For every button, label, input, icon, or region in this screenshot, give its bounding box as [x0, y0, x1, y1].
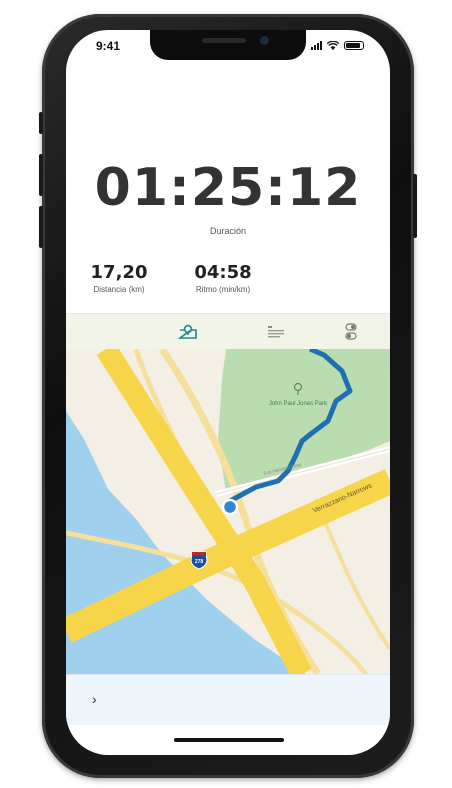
interstate-number: 278: [195, 559, 204, 565]
silent-switch: [39, 112, 43, 134]
park-name-label: John Paul Jones Park: [269, 401, 328, 407]
tab-map[interactable]: [158, 320, 218, 344]
notch: [150, 30, 306, 60]
status-time: 9:41: [96, 39, 121, 53]
chevron-right-icon[interactable]: ›: [92, 691, 97, 707]
pace-value: 04:58: [194, 262, 252, 283]
map-pin-tab-icon: [177, 324, 197, 339]
view-tab-bar: [66, 313, 390, 350]
list-tab-icon: [268, 326, 284, 338]
distance-value: 17,20: [90, 262, 148, 283]
tab-list[interactable]: [246, 320, 306, 344]
wifi-icon: [327, 41, 339, 50]
phone-screen: 9:41 01:25:12 Duración 17,20 Distancia (…: [66, 30, 390, 755]
bottom-drawer[interactable]: ›: [66, 674, 390, 725]
status-icons: [311, 41, 364, 50]
front-camera: [260, 36, 269, 45]
duration-label: Duración: [209, 226, 247, 236]
distance-label: Distancia (km): [93, 285, 145, 294]
pace-stat: 04:58 Ritmo (min/km): [178, 262, 268, 294]
duration-value: 01:25:12: [94, 158, 362, 218]
home-indicator: [174, 738, 284, 742]
cellular-signal-icon: [311, 41, 322, 50]
power-button: [413, 174, 417, 238]
battery-icon: [344, 41, 364, 50]
pace-label: Ritmo (min/km): [195, 285, 251, 294]
distance-stat: 17,20 Distancia (km): [78, 262, 160, 294]
speaker: [202, 38, 246, 43]
volume-up-button: [39, 154, 43, 196]
current-location-dot: [221, 498, 239, 516]
volume-down-button: [39, 206, 43, 248]
route-map[interactable]: John Paul Jones Park Fort Hamilton Pkwy …: [66, 349, 390, 674]
tab-stats[interactable]: [322, 320, 382, 344]
stats-tab-icon: [345, 323, 357, 340]
map-canvas[interactable]: John Paul Jones Park Fort Hamilton Pkwy …: [66, 349, 390, 674]
